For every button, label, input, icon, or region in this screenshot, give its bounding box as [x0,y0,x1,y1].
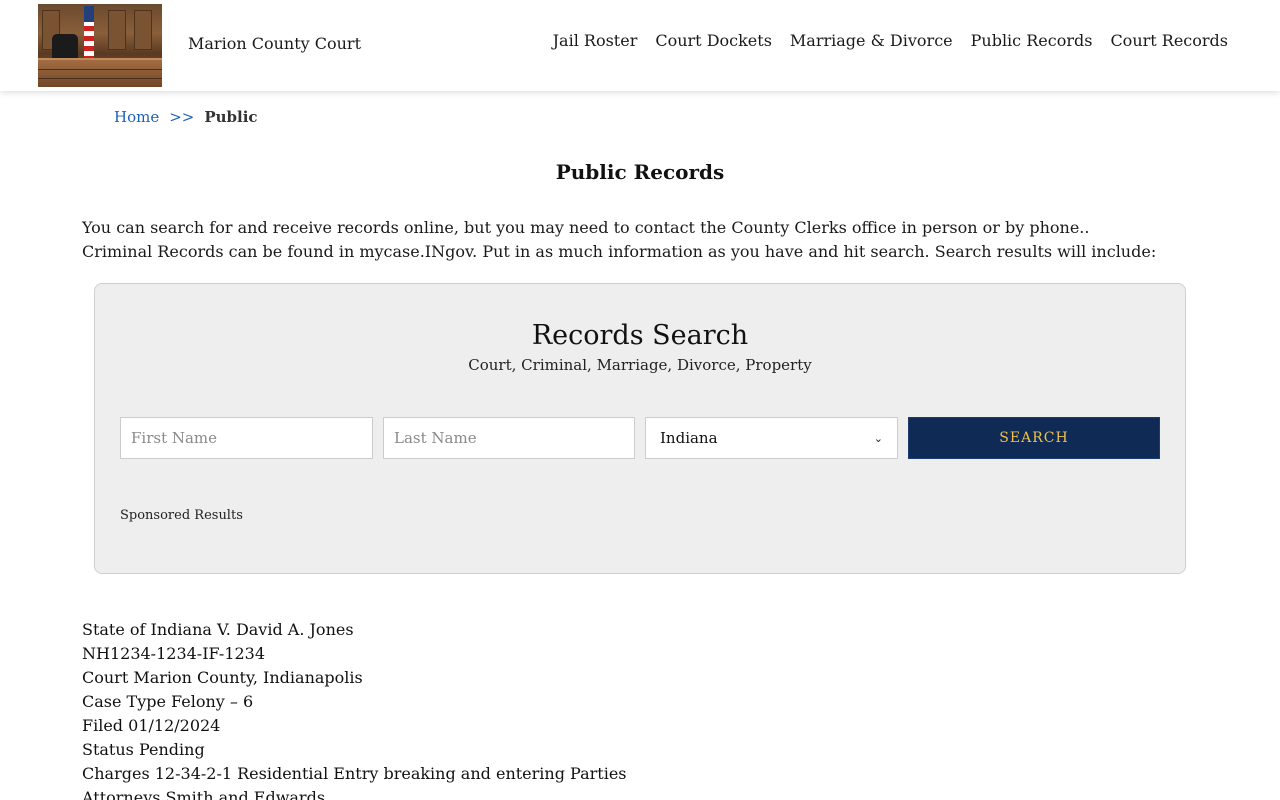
breadcrumb-separator: >> [169,108,195,126]
case-line: Attorneys Smith and Edwards [82,788,326,800]
case-line: Status Pending [82,740,205,759]
nav-marriage-divorce[interactable]: Marriage & Divorce [790,31,953,50]
page-title: Public Records [555,160,725,184]
intro-text: You can search for and receive records o… [82,216,1156,264]
case-line: Filed 01/12/2024 [82,716,221,735]
first-name-input[interactable] [120,417,373,459]
case-line: Court Marion County, Indianapolis [82,668,363,687]
logo-wall-panel [134,10,152,50]
breadcrumb: Home >> Public [114,108,258,126]
breadcrumb-current: Public [204,108,258,126]
search-button[interactable]: SEARCH [908,417,1160,459]
case-line: Case Type Felony – 6 [82,692,254,711]
courtroom-logo-image[interactable] [38,4,162,87]
nav-court-dockets[interactable]: Court Dockets [655,31,772,50]
logo-flag-canton [84,6,94,22]
records-search-panel: Records Search Court, Criminal, Marriage… [94,283,1186,574]
case-example: State of Indiana V. David A. Jones NH123… [82,618,627,800]
logo-wall-panel [108,10,126,50]
case-line: State of Indiana V. David A. Jones [82,620,354,639]
site-title[interactable]: Marion County Court [188,34,361,53]
logo-bench [38,58,162,87]
search-subtitle: Court, Criminal, Marriage, Divorce, Prop… [468,356,812,374]
last-name-input[interactable] [383,417,635,459]
intro-line: You can search for and receive records o… [82,218,1090,237]
breadcrumb-home-link[interactable]: Home [114,108,159,126]
logo-bench-line [38,78,162,79]
logo-bench-line [38,69,162,70]
nav-public-records[interactable]: Public Records [971,31,1093,50]
main-nav: Jail Roster Court Dockets Marriage & Div… [553,31,1228,50]
state-select[interactable]: Indiana ⌄ [645,417,898,459]
site-header: Marion County Court Jail Roster Court Do… [0,0,1280,91]
nav-court-records[interactable]: Court Records [1110,31,1228,50]
case-line: Charges 12-34-2-1 Residential Entry brea… [82,764,627,783]
case-line: NH1234-1234-IF-1234 [82,644,266,663]
nav-jail-roster[interactable]: Jail Roster [553,31,638,50]
state-select-value: Indiana [660,429,718,447]
sponsored-results-label: Sponsored Results [120,508,243,523]
search-title: Records Search [531,320,749,351]
chevron-down-icon: ⌄ [873,431,883,445]
intro-line: Criminal Records can be found in mycase.… [82,242,1157,261]
